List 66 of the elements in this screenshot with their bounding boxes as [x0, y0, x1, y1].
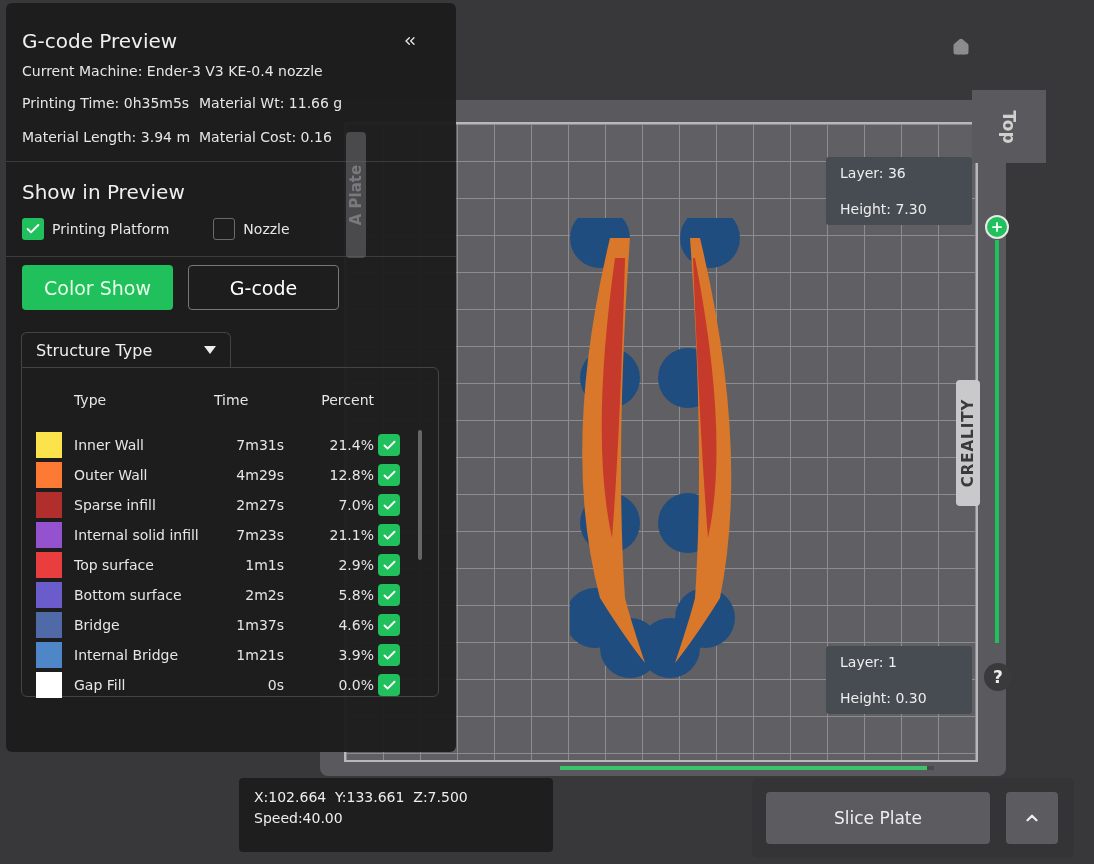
percent-cell-text: 0.0%: [337, 677, 374, 693]
checkbox[interactable]: [378, 674, 400, 696]
scrollbar[interactable]: [418, 430, 422, 560]
panel-title: G-code Preview: [22, 29, 178, 53]
percent-cell-text: 3.9%: [337, 647, 374, 663]
stat-text: Material Wt: 11.66 g: [199, 95, 344, 111]
type-cell-text: Internal solid infill: [74, 527, 200, 543]
time-cell-text: 7m23s: [235, 527, 284, 543]
home-icon[interactable]: [952, 38, 970, 56]
type-cell-text: Gap Fill: [74, 677, 127, 693]
checkbox[interactable]: [378, 554, 400, 576]
structure-dropdown[interactable]: Structure Type: [21, 332, 231, 367]
time-cell-text: 7m31s: [235, 437, 284, 453]
time-cell-text: 4m29s: [235, 467, 284, 483]
time-cell-text: 1m1s: [244, 557, 284, 573]
type-cell-text: Internal Bridge: [74, 647, 180, 663]
plus-icon: [990, 220, 1004, 234]
checkbox[interactable]: [378, 584, 400, 606]
checkbox[interactable]: [378, 644, 400, 666]
height-text: Height: 0.30: [840, 690, 928, 706]
column-header: Type: [74, 392, 108, 408]
time-cell-text: 2m2s: [244, 587, 284, 603]
stat-text: Material Cost: 0.16: [199, 129, 333, 145]
checkbox[interactable]: [378, 434, 400, 456]
type-cell-text: Outer Wall: [74, 467, 149, 483]
column-header: Time: [214, 392, 250, 408]
speed-text: Speed:40.00: [254, 809, 344, 828]
column-header: Percent: [320, 392, 374, 408]
percent-cell-text: 21.1%: [328, 527, 374, 543]
view-cube[interactable]: Top: [972, 90, 1046, 163]
layer-slider-track[interactable]: [995, 240, 999, 643]
type-cell-text: Bottom surface: [74, 587, 183, 603]
caret-icon: [204, 346, 216, 354]
type-cell-text: Inner Wall: [74, 437, 145, 453]
percent-cell-text: 21.4%: [328, 437, 374, 453]
percent-cell-text: 4.6%: [337, 617, 374, 633]
percent-cell-text: 5.8%: [337, 587, 374, 603]
checkbox[interactable]: [378, 524, 400, 546]
type-cell-text: Sparse infill: [74, 497, 157, 513]
checkbox[interactable]: [378, 494, 400, 516]
machine-text: Current Machine: Ender-3 V3 KE-0.4 nozzle: [22, 63, 324, 79]
time-cell-text: 2m27s: [235, 497, 284, 513]
percent-cell-text: 12.8%: [328, 467, 374, 483]
percent-cell-text: 7.0%: [337, 497, 374, 513]
checkbox-label: Printing Platform: [52, 221, 170, 237]
stat-text: Printing Time: 0h35m5s: [22, 95, 191, 111]
type-cell-text: Top surface: [74, 557, 155, 573]
bed-logo: CREALITY: [956, 380, 980, 506]
time-cell-text: 1m21s: [235, 647, 284, 663]
percent-cell-text: 2.9%: [337, 557, 374, 573]
time-cell-text: 1m37s: [235, 617, 284, 633]
layer-text: Layer: 36: [840, 165, 907, 181]
checkbox[interactable]: [378, 464, 400, 486]
checkbox-label: Nozzle: [243, 221, 290, 237]
layer-text: Layer: 1: [840, 654, 898, 670]
type-cell-text: Bridge: [74, 617, 121, 633]
slice-button[interactable]: Slice Plate: [766, 792, 990, 844]
mode-tab[interactable]: G-code: [188, 265, 339, 310]
stat-text: Material Length: 3.94 m: [22, 129, 192, 145]
height-text: Height: 7.30: [840, 201, 928, 217]
time-cell-text: 0s: [266, 677, 284, 693]
section-title: Show in Preview: [22, 180, 185, 204]
checkbox[interactable]: [22, 218, 44, 240]
coordinates-text: X:102.664 Y:133.661 Z:7.500: [254, 788, 469, 807]
checkbox[interactable]: [378, 614, 400, 636]
checkbox[interactable]: [213, 218, 236, 240]
